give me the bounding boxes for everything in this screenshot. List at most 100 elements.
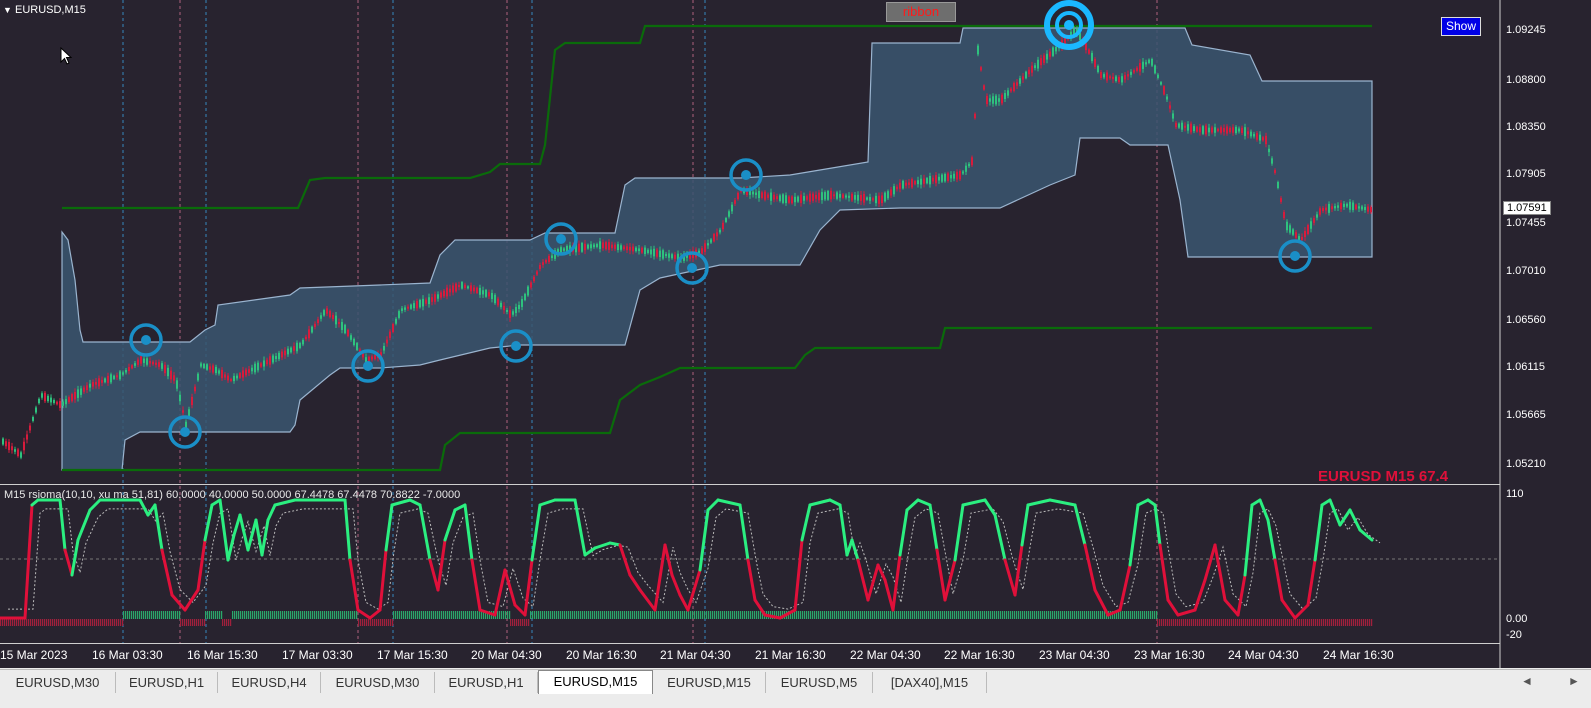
hist-bar [308,611,310,619]
hist-bar [1299,619,1301,626]
hist-bar [1365,619,1367,626]
candle-body [1112,76,1114,80]
hist-bar [1315,619,1317,626]
hist-bar [730,611,732,619]
rsi-segment [883,578,895,612]
candle-body [791,196,793,204]
hist-bar [708,611,710,619]
rsi-segment [653,543,667,612]
triangle-down-icon[interactable]: ▼ [3,5,12,15]
tab-dax40-m15[interactable]: [DAX40],M15 [873,672,987,693]
chart-canvas[interactable] [0,0,1591,668]
hist-bar [550,611,552,619]
hist-bar [250,611,252,619]
tab-eurusd-m15[interactable]: EURUSD,M15 [653,672,766,693]
hist-bar [1321,619,1323,626]
candle-body [1277,181,1279,189]
rsi-segment [368,608,382,620]
hist-bar [8,619,10,626]
chart-area[interactable]: ▼ EURUSD,M15 ribbon Show 1.09245 1.08800… [0,0,1591,668]
candle-body [233,375,235,382]
hist-bar [818,611,820,619]
candle-body [344,324,346,334]
hist-bar [1323,619,1325,626]
tab-eurusd-m30-2[interactable]: EURUSD,M30 [321,672,435,693]
hist-bar [522,619,524,626]
hist-bar [932,611,934,619]
tab-eurusd-m5[interactable]: EURUSD,M5 [766,672,873,693]
candle-body [152,361,154,365]
rsi-segment [1243,503,1254,577]
candle-body [266,359,268,365]
tab-eurusd-h1-2[interactable]: EURUSD,H1 [435,672,538,693]
candle-body [455,283,457,292]
hist-bar [1233,619,1235,626]
tab-eurusd-h1[interactable]: EURUSD,H1 [116,672,218,693]
hist-bar [471,611,473,619]
hist-bar [1062,611,1064,619]
candle-body [149,360,151,364]
hist-bar [712,611,714,619]
rsi-segment [763,613,782,620]
hist-bar [56,619,58,626]
hist-bar [431,611,433,619]
candle-body [1334,206,1336,209]
candle-body [92,382,94,387]
hist-bar [441,611,443,619]
symbol-label: EURUSD,M15 [14,4,86,16]
candle-body [1307,225,1309,234]
candle-body [191,396,193,406]
hist-bar [266,611,268,619]
hist-bar [552,611,554,619]
hist-bar [151,611,153,619]
hist-bar [179,611,181,619]
hist-bar [393,611,395,619]
rsi-segment [170,593,187,612]
hist-bar [918,611,920,619]
hist-bar [184,619,186,626]
candle-body [674,254,676,259]
scroll-left-icon[interactable]: ◄ [1521,674,1533,688]
hist-bar [217,611,219,619]
candle-body [422,298,424,307]
hist-bar [1090,611,1092,619]
hist-bar [1303,619,1305,626]
hist-bar [499,611,501,619]
candle-body [1340,202,1342,210]
hist-bar [1239,619,1241,626]
rsi-segment [898,508,909,557]
tab-eurusd-m30[interactable]: EURUSD,M30 [0,672,116,693]
candle-body [1283,212,1285,218]
hist-bar [510,619,512,626]
candle-body [1358,206,1360,209]
candle-body [80,388,82,395]
hist-bar [429,611,431,619]
candle-body [506,309,508,313]
candle-body [1124,75,1126,80]
chart-title[interactable]: ▼ EURUSD,M15 [3,4,86,16]
candle-body [590,244,592,249]
show-button[interactable]: Show [1441,17,1481,36]
hist-bar [213,611,215,619]
ribbon-button[interactable]: ribbon [886,2,956,22]
candle-body [320,315,322,319]
rsi-segment [88,498,102,512]
candle-body [1214,127,1216,133]
tab-eurusd-h4[interactable]: EURUSD,H4 [218,672,321,693]
candle-body [851,193,853,201]
hist-bar [270,611,272,619]
hist-bar [632,611,634,619]
candle-body [461,282,463,289]
tab-eurusd-m15-active[interactable]: EURUSD,M15 [538,670,653,694]
candle-body [464,284,466,288]
hist-bar [536,611,538,619]
hist-bar [304,611,306,619]
hist-bar [133,611,135,619]
scroll-right-icon[interactable]: ► [1568,674,1580,688]
hist-bar [34,619,36,626]
candle-body [653,248,655,257]
hist-bar [598,611,600,619]
hist-bar [298,611,300,619]
hist-bar [354,611,356,619]
hist-bar [526,619,528,626]
